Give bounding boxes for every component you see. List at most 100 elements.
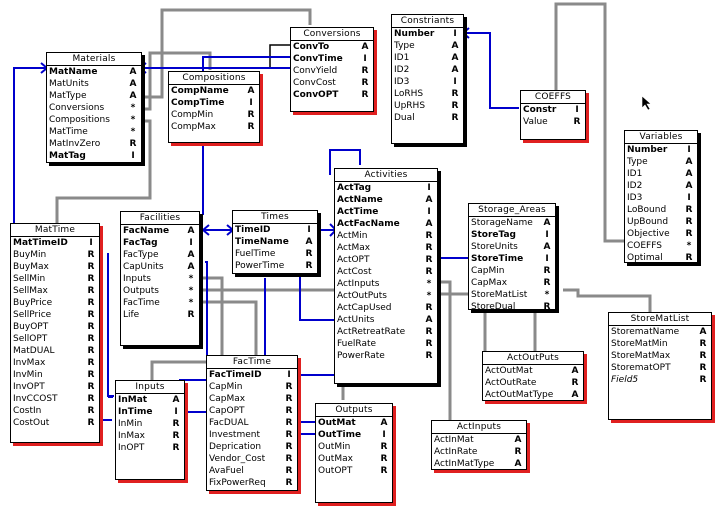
field-row[interactable]: OutOPT R — [316, 465, 392, 477]
table-outputs[interactable]: Outputs OutMat A OutTime I OutMin R OutMax R OutO… — [315, 403, 393, 503]
field-row[interactable]: FacName A — [121, 225, 199, 237]
field-row[interactable]: CostIn R — [11, 405, 99, 417]
field-row[interactable]: MatTime * — [47, 126, 141, 138]
field-row[interactable]: ConvYield R — [291, 65, 373, 77]
field-row[interactable]: StorematName A — [609, 326, 711, 338]
field-row[interactable]: ActInRate R — [432, 446, 526, 458]
field-row[interactable]: CapMin R — [469, 265, 555, 277]
field-row[interactable]: Conversions * — [47, 102, 141, 114]
field-row[interactable]: ConvTo A — [291, 41, 373, 53]
field-row[interactable]: ActRetreatRate R — [335, 326, 437, 338]
table-activities[interactable]: Activities ActTag I ActName A ActTime I ActFacN… — [334, 168, 438, 384]
field-row[interactable]: CapOPT R — [207, 405, 297, 417]
field-row[interactable]: BuyMax R — [11, 261, 99, 273]
field-row[interactable]: MatTimeID I — [11, 237, 99, 249]
field-row[interactable]: TimeName A — [233, 236, 317, 248]
field-row[interactable]: PowerRate R — [335, 350, 437, 362]
field-row[interactable]: BuyPrice R — [11, 297, 99, 309]
field-row[interactable]: OutTime I — [316, 429, 392, 441]
table-compositions[interactable]: Compositions CompName A CompTime I CompMin R Co… — [168, 71, 260, 143]
field-row[interactable]: OutMin R — [316, 441, 392, 453]
field-row[interactable]: CapMin R — [207, 381, 297, 393]
field-row[interactable]: Value R — [521, 116, 585, 128]
field-row[interactable]: Deprication R — [207, 441, 297, 453]
table-facilities[interactable]: Facilities FacName A FacTag I FacType A CapUnit… — [120, 211, 200, 346]
field-row[interactable]: MatTag I — [47, 150, 141, 162]
table-coeffs[interactable]: COEFFS Constr I Value R — [520, 90, 586, 140]
field-row[interactable]: PowerTime R — [233, 260, 317, 272]
field-row[interactable]: FixPowerReq R — [207, 477, 297, 489]
field-row[interactable]: MatInvZero R — [47, 138, 141, 150]
field-row[interactable]: CompMin R — [169, 109, 259, 121]
field-row[interactable]: OutMax R — [316, 453, 392, 465]
table-actinputs[interactable]: ActInputs ActInMat A ActInRate R ActInMatType… — [431, 420, 527, 470]
field-row[interactable]: UpRHS R — [392, 100, 463, 112]
field-row[interactable]: CapMax R — [207, 393, 297, 405]
field-row[interactable]: LoRHS R — [392, 88, 463, 100]
field-row[interactable]: ActOutMat A — [483, 365, 583, 377]
field-row[interactable]: ActTime I — [335, 206, 437, 218]
field-row[interactable]: ActTag I — [335, 182, 437, 194]
field-row[interactable]: StorageName A — [469, 217, 555, 229]
field-row[interactable]: StoreMatMin R — [609, 338, 711, 350]
field-row[interactable]: Type A — [392, 40, 463, 52]
table-storematlist[interactable]: StoreMatList StorematName A StoreMatMin R Sto… — [608, 312, 712, 420]
field-row[interactable]: ID1 A — [392, 52, 463, 64]
field-row[interactable]: Number I — [392, 28, 463, 40]
field-row[interactable]: UpBound R — [625, 216, 697, 228]
table-materials[interactable]: Materials MatName A MatUnits A MatType A Conver… — [46, 52, 142, 163]
field-row[interactable]: ID2 A — [392, 64, 463, 76]
field-row[interactable]: BuyMin R — [11, 249, 99, 261]
field-row[interactable]: ActInMat A — [432, 434, 526, 446]
field-row[interactable]: CapMax R — [469, 277, 555, 289]
field-row[interactable]: CompTime I — [169, 97, 259, 109]
field-row[interactable]: CompName A — [169, 85, 259, 97]
field-row[interactable]: FacType A — [121, 249, 199, 261]
field-row[interactable]: COEFFS * — [625, 240, 697, 252]
field-row[interactable]: ActOutRate R — [483, 377, 583, 389]
field-row[interactable]: InvMin R — [11, 369, 99, 381]
field-row[interactable]: FuelRate R — [335, 338, 437, 350]
field-row[interactable]: Type A — [625, 156, 697, 168]
field-row[interactable]: Optimal R — [625, 252, 697, 264]
field-row[interactable]: InMat A — [116, 394, 184, 406]
field-row[interactable]: InvMax R — [11, 357, 99, 369]
field-row[interactable]: ID2 A — [625, 180, 697, 192]
field-row[interactable]: AvaFuel R — [207, 465, 297, 477]
field-row[interactable]: ConvTime I — [291, 53, 373, 65]
field-row[interactable]: ActCapUsed R — [335, 302, 437, 314]
table-mattime[interactable]: MatTime MatTimeID I BuyMin R BuyMax R SellMin R S… — [10, 223, 100, 443]
field-row[interactable]: ID3 I — [392, 76, 463, 88]
field-row[interactable]: Dual R — [392, 112, 463, 124]
field-row[interactable]: InMax R — [116, 430, 184, 442]
field-row[interactable]: FuelTime R — [233, 248, 317, 260]
field-row[interactable]: StoreMatMax R — [609, 350, 711, 362]
table-actoutputs[interactable]: ActOutPuts ActOutMat A ActOutRate R ActOutMat… — [482, 351, 584, 401]
field-row[interactable]: Life R — [121, 309, 199, 321]
field-row[interactable]: FacTag I — [121, 237, 199, 249]
field-row[interactable]: StoreUnits A — [469, 241, 555, 253]
field-row[interactable]: Objective R — [625, 228, 697, 240]
table-storage-areas[interactable]: Storage_Areas StorageName A StoreTag I StoreU… — [468, 203, 556, 313]
field-row[interactable]: ActOutPuts * — [335, 290, 437, 302]
field-row[interactable]: ActMax R — [335, 242, 437, 254]
field-row[interactable]: SellMin R — [11, 273, 99, 285]
field-row[interactable]: Compositions * — [47, 114, 141, 126]
field-row[interactable]: ActInputs * — [335, 278, 437, 290]
field-row[interactable]: OutMat A — [316, 417, 392, 429]
field-row[interactable]: CostOut R — [11, 417, 99, 429]
field-row[interactable]: Field5 R — [609, 374, 711, 386]
field-row[interactable]: StoreTime I — [469, 253, 555, 265]
field-row[interactable]: Vendor_Cost R — [207, 453, 297, 465]
field-row[interactable]: StoreDual R — [469, 301, 555, 313]
table-conversions[interactable]: Conversions ConvTo A ConvTime I ConvYield R Con… — [290, 27, 374, 112]
field-row[interactable]: InOPT R — [116, 442, 184, 454]
field-row[interactable]: Investment R — [207, 429, 297, 441]
field-row[interactable]: SellPrice R — [11, 309, 99, 321]
field-row[interactable]: ID3 I — [625, 192, 697, 204]
field-row[interactable]: ActInMatType A — [432, 458, 526, 470]
table-constraints[interactable]: Constriants Number I Type A ID1 A ID2 A ID3 I LoRHS… — [391, 14, 464, 144]
field-row[interactable]: BuyOPT R — [11, 321, 99, 333]
field-row[interactable]: ConvOPT R — [291, 89, 373, 101]
field-row[interactable]: MatUnits A — [47, 78, 141, 90]
